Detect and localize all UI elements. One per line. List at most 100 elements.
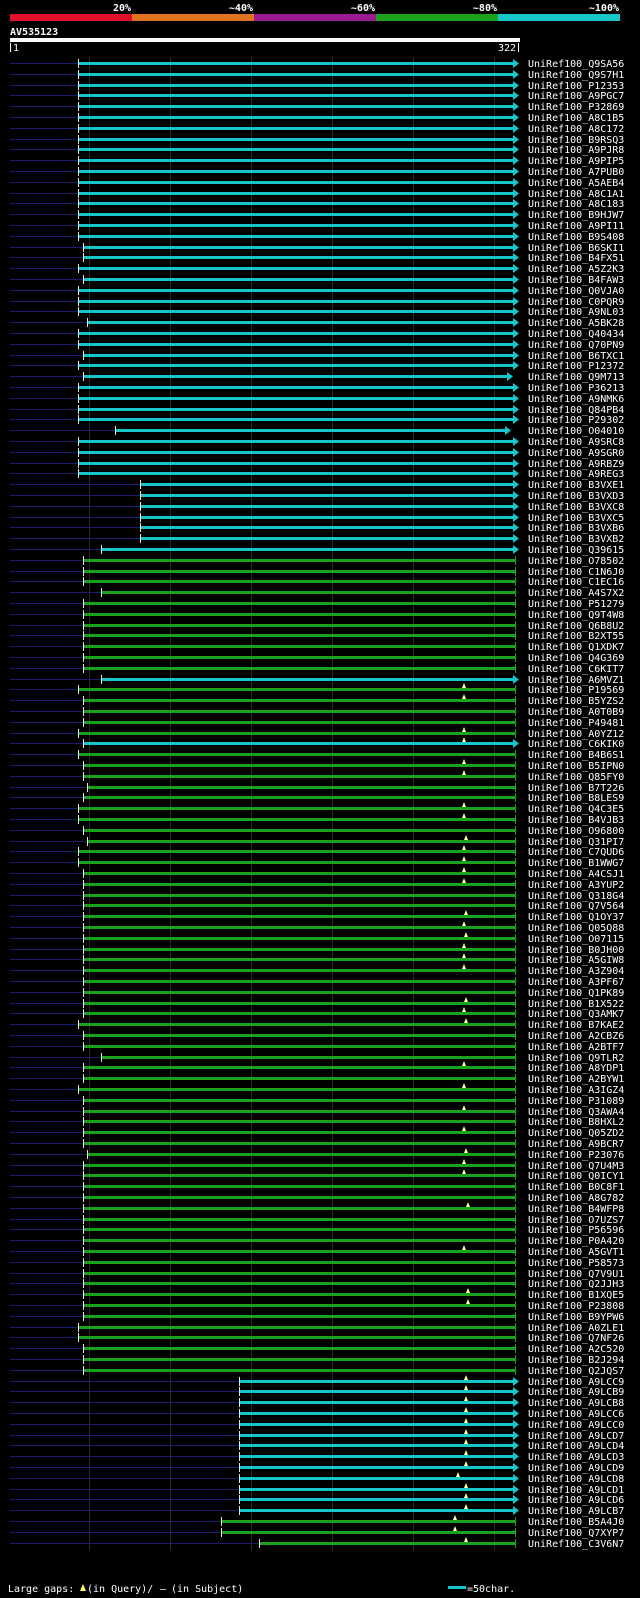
hit-label[interactable]: UniRef100_Q05ZD2 (528, 1128, 624, 1139)
hit-row[interactable]: UniRef100_A5BK28 (10, 318, 624, 329)
hit-bar[interactable] (84, 764, 515, 767)
hit-label[interactable]: UniRef100_Q9T4W8 (528, 610, 624, 621)
hit-row[interactable]: UniRef100_B4VJB3 (10, 813, 624, 826)
hit-label[interactable]: UniRef100_B3VXB2 (528, 534, 624, 545)
hit-row[interactable]: UniRef100_A9LCD8 (10, 1472, 624, 1485)
hit-bar[interactable] (79, 1023, 515, 1026)
hit-bar[interactable] (240, 1434, 515, 1437)
hit-row[interactable]: UniRef100_P0A420 (10, 1236, 624, 1247)
hit-label[interactable]: UniRef100_Q2JQS7 (528, 1366, 624, 1377)
hit-bar[interactable] (84, 980, 515, 983)
hit-bar[interactable] (84, 624, 515, 627)
hit-label[interactable]: UniRef100_A9LCD4 (528, 1441, 624, 1452)
hit-row[interactable]: UniRef100_Q9SA56 (10, 59, 624, 70)
hit-row[interactable]: UniRef100_P23076 (10, 1148, 624, 1161)
hit-row[interactable]: UniRef100_Q2JJH3 (10, 1279, 624, 1290)
hit-row[interactable]: UniRef100_B2J294 (10, 1355, 624, 1366)
hit-row[interactable]: UniRef100_A5Z2K3 (10, 264, 624, 275)
hit-label[interactable]: UniRef100_Q9SA56 (528, 59, 624, 70)
hit-label[interactable]: UniRef100_C7QUD6 (528, 847, 624, 858)
hit-label[interactable]: UniRef100_A7PUB0 (528, 167, 624, 178)
hit-row[interactable]: UniRef100_A9LCC0 (10, 1418, 624, 1431)
hit-bar[interactable] (84, 354, 515, 357)
hit-label[interactable]: UniRef100_Q9M713 (528, 372, 624, 383)
hit-bar[interactable] (84, 580, 515, 583)
hit-label[interactable]: UniRef100_A3YUP2 (528, 880, 624, 891)
hit-label[interactable]: UniRef100_P19569 (528, 685, 624, 696)
hit-bar[interactable] (84, 721, 515, 724)
hit-label[interactable]: UniRef100_Q1OY37 (528, 912, 624, 923)
hit-row[interactable]: UniRef100_B8LES9 (10, 793, 624, 804)
hit-row[interactable]: UniRef100_Q1OY37 (10, 910, 624, 923)
hit-bar[interactable] (84, 1045, 515, 1048)
hit-label[interactable]: UniRef100_A5GIW8 (528, 955, 624, 966)
hit-row[interactable]: UniRef100_A5AEB4 (10, 178, 624, 189)
hit-bar[interactable] (240, 1477, 515, 1480)
hit-label[interactable]: UniRef100_Q0ICY1 (528, 1171, 624, 1182)
hit-label[interactable]: UniRef100_B1WWG7 (528, 858, 624, 869)
hit-bar[interactable] (84, 915, 515, 918)
hit-bar[interactable] (84, 656, 515, 659)
hit-bar[interactable] (84, 256, 515, 259)
hit-label[interactable]: UniRef100_A9NL03 (528, 307, 624, 318)
hit-row[interactable]: UniRef100_O78502 (10, 556, 624, 567)
hit-row[interactable]: UniRef100_A9LCD4 (10, 1439, 624, 1452)
hit-row[interactable]: UniRef100_A3Z904 (10, 964, 624, 977)
hit-bar[interactable] (88, 1153, 515, 1156)
hit-bar[interactable] (79, 397, 515, 400)
hit-label[interactable]: UniRef100_A3Z904 (528, 966, 624, 977)
hit-row[interactable]: UniRef100_B9YPW6 (10, 1312, 624, 1323)
hit-row[interactable]: UniRef100_C1EC16 (10, 577, 624, 588)
hit-bar[interactable] (79, 753, 515, 756)
hit-bar[interactable] (84, 1077, 515, 1080)
hit-bar[interactable] (84, 645, 515, 648)
hit-bar[interactable] (88, 786, 515, 789)
hit-row[interactable]: UniRef100_A0T0B9 (10, 707, 624, 718)
hit-bar[interactable] (79, 127, 515, 130)
hit-bar[interactable] (88, 840, 515, 843)
hit-label[interactable]: UniRef100_P23076 (528, 1150, 624, 1161)
hit-label[interactable]: UniRef100_B3VXB6 (528, 523, 624, 534)
hit-row[interactable]: UniRef100_Q7XYP7 (10, 1526, 624, 1539)
hit-label[interactable]: UniRef100_A9NMK6 (528, 394, 624, 405)
hit-label[interactable]: UniRef100_P12372 (528, 361, 624, 372)
hit-row[interactable]: UniRef100_B7KAE2 (10, 1018, 624, 1031)
hit-bar[interactable] (84, 1120, 515, 1123)
hit-label[interactable]: UniRef100_B9S408 (528, 232, 624, 243)
hit-label[interactable]: UniRef100_B5YZS2 (528, 696, 624, 707)
hit-bar[interactable] (84, 904, 515, 907)
hit-bar[interactable] (84, 1272, 515, 1275)
hit-row[interactable]: UniRef100_A9SRC8 (10, 437, 624, 448)
hit-label[interactable]: UniRef100_B3VXE1 (528, 480, 624, 491)
hit-row[interactable]: UniRef100_B4B6S1 (10, 750, 624, 761)
hit-label[interactable]: UniRef100_A2BYW1 (528, 1074, 624, 1085)
hit-bar[interactable] (79, 732, 515, 735)
hit-row[interactable]: UniRef100_A8G782 (10, 1193, 624, 1204)
hit-label[interactable]: UniRef100_B4WFP8 (528, 1204, 624, 1215)
hit-bar[interactable] (84, 958, 515, 961)
hit-bar[interactable] (79, 1088, 515, 1091)
hit-row[interactable]: UniRef100_A9LCB9 (10, 1385, 624, 1398)
hit-bar[interactable] (84, 775, 515, 778)
hit-bar[interactable] (240, 1498, 515, 1501)
hit-label[interactable]: UniRef100_B4FAW3 (528, 275, 624, 286)
hit-bar[interactable] (79, 332, 515, 335)
hit-bar[interactable] (79, 235, 515, 238)
hit-bar[interactable] (79, 94, 515, 97)
hit-bar[interactable] (79, 386, 515, 389)
hit-bar[interactable] (84, 1358, 515, 1361)
hit-label[interactable]: UniRef100_A8C1B5 (528, 113, 624, 124)
hit-label[interactable]: UniRef100_Q7NF26 (528, 1333, 624, 1344)
hit-label[interactable]: UniRef100_Q05Q88 (528, 923, 624, 934)
hit-row[interactable]: UniRef100_P29302 (10, 415, 624, 426)
hit-row[interactable]: UniRef100_B5YZS2 (10, 694, 624, 707)
hit-row[interactable]: UniRef100_B3VXC8 (10, 502, 624, 513)
hit-bar[interactable] (240, 1390, 515, 1393)
hit-row[interactable]: UniRef100_P56596 (10, 1225, 624, 1236)
hit-label[interactable]: UniRef100_B8HXL2 (528, 1117, 624, 1128)
hit-label[interactable]: UniRef100_A5GVT1 (528, 1247, 624, 1258)
hit-label[interactable]: UniRef100_A0T0B9 (528, 707, 624, 718)
hit-row[interactable]: UniRef100_Q7NF26 (10, 1333, 624, 1344)
hit-label[interactable]: UniRef100_P29302 (528, 415, 624, 426)
hit-bar[interactable] (88, 321, 515, 324)
